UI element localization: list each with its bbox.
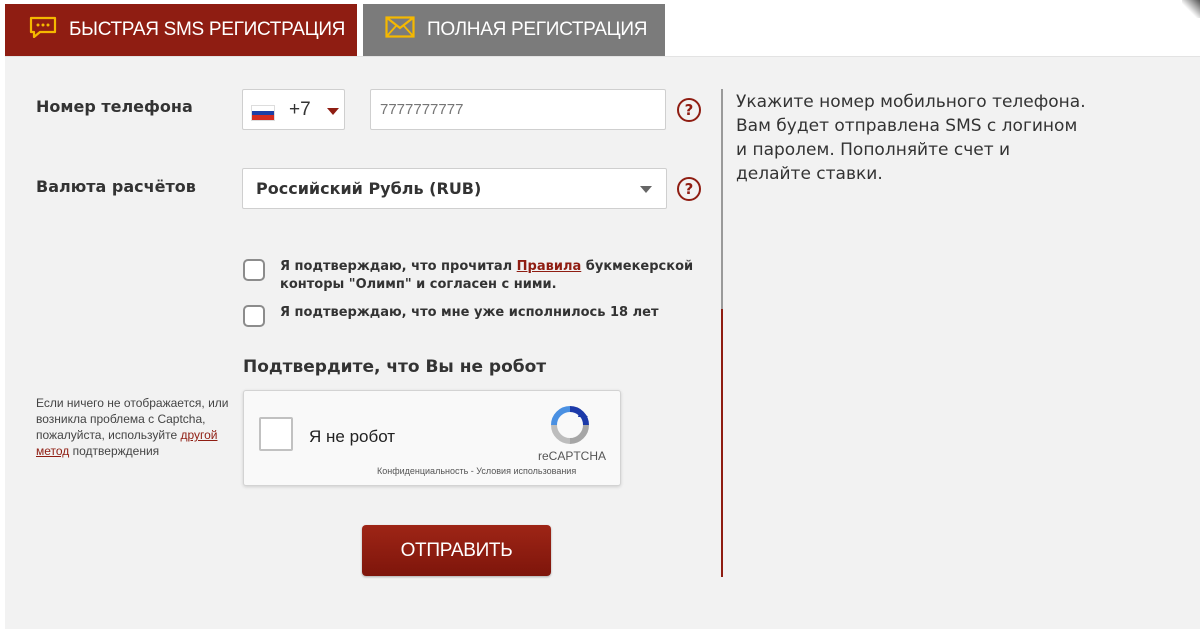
currency-help-icon[interactable]: ?	[677, 177, 701, 201]
age-checkbox[interactable]	[243, 305, 265, 327]
recaptcha-terms-link[interactable]: Условия использования	[476, 466, 576, 476]
captcha-help-note: Если ничего не отображается, или возникл…	[36, 396, 229, 458]
submit-button[interactable]: ОТПРАВИТЬ	[362, 525, 551, 576]
tab-sms-registration[interactable]: БЫСТРАЯ SMS РЕГИСТРАЦИЯ	[5, 4, 357, 56]
recaptcha-logo-icon	[549, 404, 591, 451]
recaptcha-links: Конфиденциальность - Условия использован…	[377, 466, 577, 476]
registration-tabs: БЫСТРАЯ SMS РЕГИСТРАЦИЯ ПОЛНАЯ РЕГИСТРАЦ…	[0, 0, 1200, 56]
phone-help-icon[interactable]: ?	[677, 98, 701, 122]
recaptcha-label: Я не робот	[309, 427, 396, 446]
recaptcha-privacy-link[interactable]: Конфиденциальность	[377, 466, 468, 476]
rules-link[interactable]: Правила	[517, 259, 582, 274]
corner-shadow	[1182, 0, 1200, 18]
recaptcha-brand: reCAPTCHA	[538, 449, 607, 463]
phone-input[interactable]	[370, 89, 666, 130]
chevron-down-icon	[640, 186, 652, 193]
recaptcha-checkbox[interactable]	[259, 417, 293, 451]
rules-checkbox[interactable]	[243, 259, 265, 281]
russia-flag-icon	[251, 105, 275, 121]
rules-checkbox-label: Я подтверждаю, что прочитал Правила букм…	[280, 259, 694, 292]
envelope-icon	[385, 16, 415, 44]
chevron-down-icon	[327, 108, 339, 115]
recaptcha-widget: Я не робот reCAPTCHA Конфиденциальность …	[243, 390, 621, 486]
currency-label: Валюта расчётов	[36, 177, 196, 196]
registration-panel: Номер телефона +7 ? Валюта расчётов Росс…	[5, 56, 1200, 629]
country-code-select[interactable]: +7	[242, 89, 345, 130]
tab-sms-label: БЫСТРАЯ SMS РЕГИСТРАЦИЯ	[69, 19, 346, 40]
phone-label: Номер телефона	[36, 97, 193, 116]
chat-icon	[29, 16, 57, 44]
info-divider-scroll	[721, 89, 723, 309]
info-text: Укажите номер мобильного телефона. Вам б…	[736, 92, 1086, 184]
currency-value: Российский Рубль (RUB)	[256, 179, 482, 198]
currency-select[interactable]: Российский Рубль (RUB)	[242, 168, 667, 209]
tab-full-label: ПОЛНАЯ РЕГИСТРАЦИЯ	[427, 19, 648, 40]
country-code-value: +7	[289, 99, 311, 120]
age-checkbox-label: Я подтверждаю, что мне уже исполнилось 1…	[280, 305, 659, 320]
captcha-title: Подтвердите, что Вы не робот	[243, 357, 547, 377]
tab-full-registration[interactable]: ПОЛНАЯ РЕГИСТРАЦИЯ	[363, 4, 665, 56]
